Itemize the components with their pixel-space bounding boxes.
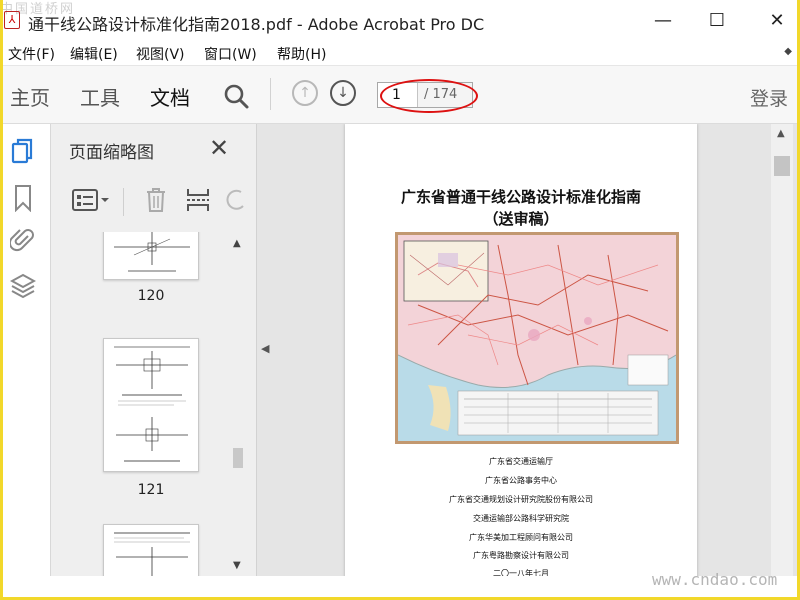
tab-home[interactable]: 主页: [10, 82, 50, 111]
panel-toolbar: [51, 180, 257, 224]
close-button[interactable]: ✕: [754, 4, 800, 36]
close-panel-icon[interactable]: ✕: [209, 134, 229, 162]
collapse-panel-icon[interactable]: ◀: [261, 342, 269, 355]
thumbnail-label-120: 120: [137, 288, 165, 304]
scroll-down-icon[interactable]: ▼: [233, 560, 241, 571]
title-bar: 中国道桥网 ⅄ 通干线公路设计标准化指南2018.pdf - Adobe Acr…: [0, 0, 800, 40]
thumbnail-label-121: 121: [137, 482, 165, 498]
page-thumbnails-icon[interactable]: [10, 138, 36, 166]
thumbnail-page-122[interactable]: [103, 524, 199, 576]
org-line: 广东华美加工程顾问有限公司: [469, 533, 573, 542]
maximize-icon: ☐: [708, 9, 726, 31]
org-line: 广东粤路勘察设计有限公司: [473, 551, 569, 560]
org-line: 广东省交通运输厅: [489, 457, 553, 466]
close-icon: ✕: [769, 9, 785, 31]
maximize-button[interactable]: ☐: [694, 4, 740, 36]
arrow-down-icon: ↓: [337, 85, 349, 101]
pdf-page: 广东省普通干线公路设计标准化指南 （送审稿） 广东省交通运输厅 广东省公路事务中…: [345, 124, 697, 576]
watermark-bottom-right: www.cndao.com: [652, 570, 778, 589]
org-line: 广东省交通规划设计研究院股份有限公司: [449, 495, 593, 504]
guangdong-road-map: [395, 232, 679, 444]
scrollbar-thumb[interactable]: [233, 448, 243, 468]
arrow-up-icon: ↑: [299, 85, 311, 101]
toolbar-divider: [270, 78, 271, 110]
document-title: 广东省普通干线公路设计标准化指南: [400, 188, 641, 206]
menu-edit[interactable]: 编辑(E): [70, 44, 118, 64]
scrollbar-thumb[interactable]: [774, 156, 790, 176]
org-line: 交通运输部公路科学研究院: [473, 514, 569, 523]
minimize-icon: —: [654, 9, 672, 31]
thumbnail-drawing-120: [114, 232, 190, 272]
scroll-up-icon[interactable]: ▲: [233, 238, 241, 249]
menu-view[interactable]: 视图(V): [136, 44, 185, 64]
thumbnail-list: 120 121: [51, 232, 231, 576]
menu-file[interactable]: 文件(F): [8, 44, 55, 64]
panel-title: 页面缩略图: [69, 143, 154, 163]
thumbnail-drawing-121: [114, 346, 190, 462]
document-view: ◀ 广东省普通干线公路设计标准化指南 （送审稿） 广东省交通运输厅 广东省公路事…: [257, 124, 797, 576]
thumbnail-scrollbar[interactable]: ▲ ▼: [229, 232, 247, 576]
menu-bar: 文件(F) 编辑(E) 视图(V) 窗口(W) 帮助(H) ◆: [0, 40, 800, 66]
page-thumbnails-panel: 页面缩略图 ✕ 120 121 ▲ ▼: [51, 124, 257, 576]
document-date: 二〇一八年七月: [493, 569, 549, 576]
thumbnail-drawing-122: [114, 532, 190, 576]
annotation-highlight-ellipse: [380, 79, 478, 113]
menu-help[interactable]: 帮助(H): [277, 44, 326, 64]
document-subtitle: （送审稿）: [483, 210, 559, 228]
menu-window[interactable]: 窗口(W): [204, 44, 257, 64]
panel-toolbar-divider: [123, 188, 124, 216]
thumbnail-page-120[interactable]: [103, 232, 199, 280]
search-icon[interactable]: [222, 82, 250, 110]
minimize-button[interactable]: —: [640, 4, 686, 36]
rotate-page-icon[interactable]: [223, 186, 249, 214]
login-link[interactable]: 登录: [750, 84, 788, 111]
next-page-button[interactable]: ↓: [330, 80, 356, 106]
menu-overflow-icon[interactable]: ◆: [784, 46, 792, 57]
thumbnail-options-icon[interactable]: [71, 186, 111, 214]
scroll-up-icon[interactable]: ▲: [777, 128, 785, 139]
bookmark-icon[interactable]: [10, 184, 36, 212]
document-scrollbar[interactable]: ▲: [771, 124, 793, 576]
tab-document[interactable]: 文档: [150, 82, 190, 111]
map-drawing: [398, 235, 676, 441]
previous-page-button[interactable]: ↑: [292, 80, 318, 106]
delete-page-icon[interactable]: [143, 186, 169, 214]
layers-icon[interactable]: [10, 272, 36, 300]
org-line: 广东省公路事务中心: [485, 476, 557, 485]
thumbnail-page-121[interactable]: [103, 338, 199, 472]
attachment-icon[interactable]: [10, 226, 36, 254]
acrobat-icon: ⅄: [4, 11, 20, 29]
insert-page-icon[interactable]: [185, 186, 211, 214]
window-title: 通干线公路设计标准化指南2018.pdf - Adobe Acrobat Pro…: [28, 15, 485, 34]
left-rail: [0, 124, 51, 576]
tab-tools[interactable]: 工具: [80, 82, 120, 111]
